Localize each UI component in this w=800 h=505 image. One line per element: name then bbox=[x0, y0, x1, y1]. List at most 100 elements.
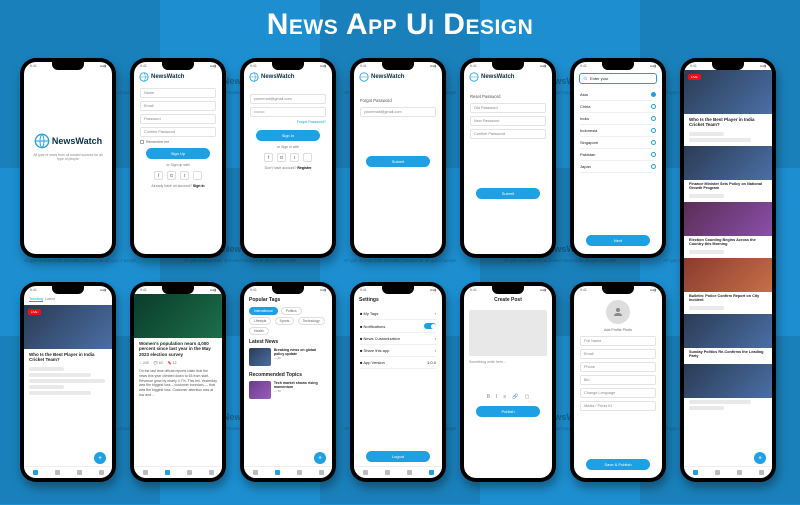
tag-chip[interactable]: International bbox=[249, 307, 278, 315]
media-id-field[interactable]: Media / Press ID bbox=[580, 401, 656, 411]
compose-fab[interactable]: + bbox=[314, 452, 326, 464]
password-field[interactable]: Password bbox=[140, 114, 216, 124]
tag-chip[interactable]: Politics bbox=[281, 307, 302, 315]
settings-item[interactable]: ■ Share this app› bbox=[360, 345, 436, 357]
twitter-icon[interactable]: t bbox=[290, 153, 299, 162]
nav-home[interactable] bbox=[33, 470, 38, 475]
tag-chip[interactable]: Sports bbox=[275, 317, 295, 325]
add-photo-label[interactable]: Add Profile Photo bbox=[574, 328, 662, 332]
email-field[interactable]: Email bbox=[140, 101, 216, 111]
link-icon[interactable]: 🔗 bbox=[512, 394, 518, 400]
nav-bookmarks[interactable] bbox=[187, 470, 192, 475]
facebook-icon[interactable]: f bbox=[264, 153, 273, 162]
submit-button[interactable]: Submit bbox=[366, 156, 430, 167]
story-thumbnail[interactable] bbox=[684, 364, 772, 398]
nav-home[interactable] bbox=[693, 470, 698, 475]
facebook-icon[interactable]: f bbox=[154, 171, 163, 180]
hero-image[interactable]: LIVE bbox=[684, 70, 772, 114]
headline[interactable]: Who Is the Best Player in India Cricket … bbox=[24, 349, 112, 365]
country-option[interactable]: Asia bbox=[580, 89, 656, 101]
article-headline[interactable]: Who Is the Best Player in India Cricket … bbox=[684, 114, 772, 130]
image-icon[interactable]: ▢ bbox=[525, 394, 530, 400]
name-field[interactable]: Full Name bbox=[580, 336, 656, 346]
avatar-placeholder[interactable] bbox=[606, 300, 630, 324]
signin-link[interactable]: Sign In bbox=[193, 184, 205, 188]
news-card[interactable]: Tech market shows rising momentum— 5h bbox=[249, 381, 327, 399]
like-count[interactable]: ♡ 245 bbox=[139, 361, 149, 365]
signup-button[interactable]: Sign Up bbox=[146, 148, 210, 159]
next-button[interactable]: Next bbox=[586, 235, 650, 246]
country-option[interactable]: Singapore bbox=[580, 137, 656, 149]
confirm-field[interactable]: Confirm Password bbox=[140, 127, 216, 137]
nav-profile[interactable] bbox=[99, 470, 104, 475]
nav-home[interactable] bbox=[143, 470, 148, 475]
nav-explore[interactable] bbox=[385, 470, 390, 475]
nav-home[interactable] bbox=[253, 470, 258, 475]
list-icon[interactable]: ≡ bbox=[503, 394, 506, 400]
remember-checkbox[interactable] bbox=[140, 140, 144, 144]
story-thumbnail[interactable] bbox=[684, 146, 772, 180]
story-title[interactable]: Sunday Politics Re-Confirms the Leading … bbox=[684, 348, 772, 360]
old-password-field[interactable]: Old Password bbox=[470, 103, 546, 113]
confirm-password-field[interactable]: Confirm Password bbox=[470, 129, 546, 139]
publish-button[interactable]: Publish bbox=[476, 406, 540, 417]
bold-icon[interactable]: B bbox=[487, 394, 490, 400]
new-password-field[interactable]: New Password bbox=[470, 116, 546, 126]
twitter-icon[interactable]: t bbox=[180, 171, 189, 180]
bio-field[interactable]: Bio bbox=[580, 375, 656, 385]
story-thumbnail[interactable] bbox=[684, 314, 772, 348]
compose-fab[interactable]: + bbox=[754, 452, 766, 464]
register-link[interactable]: Register bbox=[297, 166, 311, 170]
nav-bookmarks[interactable] bbox=[77, 470, 82, 475]
nav-bookmarks[interactable] bbox=[297, 470, 302, 475]
nav-bookmarks[interactable] bbox=[407, 470, 412, 475]
google-icon[interactable]: G bbox=[167, 171, 176, 180]
search-input[interactable]: Enter your bbox=[579, 73, 657, 84]
bookmark-count[interactable]: 🔖 12 bbox=[168, 361, 177, 365]
apple-icon[interactable] bbox=[193, 171, 202, 180]
tab-trending[interactable]: Trending bbox=[29, 297, 43, 302]
nav-explore[interactable] bbox=[275, 470, 280, 475]
nav-profile[interactable] bbox=[759, 470, 764, 475]
country-option[interactable]: Pakistan bbox=[580, 149, 656, 161]
email-field[interactable]: Email bbox=[580, 349, 656, 359]
tag-chip[interactable]: Lifestyle bbox=[249, 317, 271, 325]
nav-profile[interactable] bbox=[429, 470, 434, 475]
country-option[interactable]: China bbox=[580, 101, 656, 113]
tab-latest[interactable]: Latest bbox=[45, 297, 55, 302]
nav-explore[interactable] bbox=[165, 470, 170, 475]
nav-profile[interactable] bbox=[319, 470, 324, 475]
nav-profile[interactable] bbox=[209, 470, 214, 475]
settings-item[interactable]: ■ Notifications bbox=[360, 320, 436, 333]
tag-chip[interactable]: Technology bbox=[298, 317, 325, 325]
password-field[interactable]: •••••••• bbox=[250, 107, 326, 117]
country-option[interactable]: Japan bbox=[580, 161, 656, 173]
phone-field[interactable]: Phone bbox=[580, 362, 656, 372]
save-button[interactable]: Save & Publish bbox=[586, 459, 650, 470]
post-textarea[interactable]: Something write here... bbox=[469, 360, 547, 364]
email-field[interactable]: youremail@gmail.com bbox=[360, 107, 436, 117]
nav-explore[interactable] bbox=[55, 470, 60, 475]
story-thumbnail[interactable] bbox=[684, 202, 772, 236]
story-thumbnail[interactable] bbox=[684, 258, 772, 292]
tag-chip[interactable]: Health bbox=[249, 327, 269, 335]
compose-fab[interactable]: + bbox=[94, 452, 106, 464]
story-title[interactable]: Bulletin: Police Confirm Report on City … bbox=[684, 292, 772, 304]
story-title[interactable]: Finance Minister Sets Policy on National… bbox=[684, 180, 772, 192]
notifications-toggle[interactable] bbox=[424, 323, 436, 329]
italic-icon[interactable]: I bbox=[496, 394, 497, 400]
hero-image[interactable]: LIVE bbox=[24, 305, 112, 349]
settings-item[interactable]: ■ News Customization› bbox=[360, 333, 436, 345]
news-card[interactable]: Breaking news on global policy update— 2… bbox=[249, 348, 327, 366]
submit-button[interactable]: Submit bbox=[476, 188, 540, 199]
google-icon[interactable]: G bbox=[277, 153, 286, 162]
signin-button[interactable]: Sign In bbox=[256, 130, 320, 141]
nav-bookmarks[interactable] bbox=[737, 470, 742, 475]
comment-count[interactable]: 💬 63 bbox=[154, 361, 163, 365]
email-field[interactable]: youremail@gmail.com bbox=[250, 94, 326, 104]
country-option[interactable]: India bbox=[580, 113, 656, 125]
nav-home[interactable] bbox=[363, 470, 368, 475]
image-upload-area[interactable] bbox=[469, 310, 547, 356]
country-option[interactable]: Indonesia bbox=[580, 125, 656, 137]
story-title[interactable]: Election Counting Begins Across the Coun… bbox=[684, 236, 772, 248]
